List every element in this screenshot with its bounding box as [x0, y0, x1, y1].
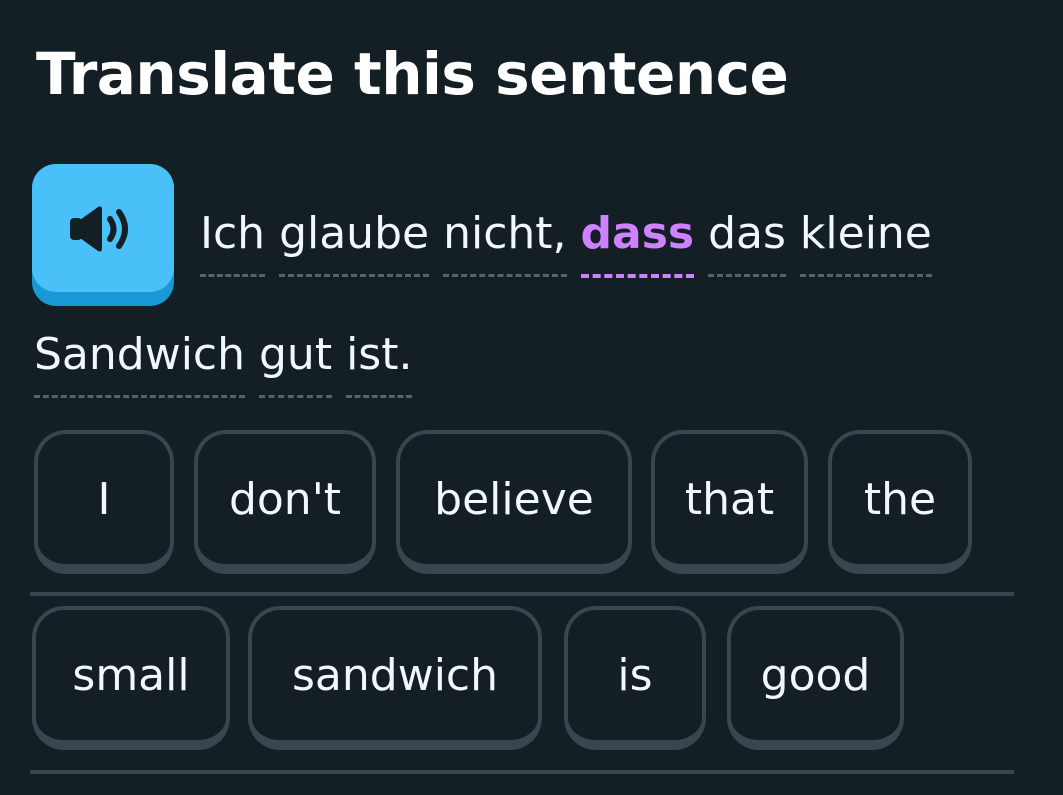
- sentence-word-das[interactable]: das: [708, 204, 786, 277]
- word-tile-good[interactable]: good: [727, 606, 904, 750]
- page-title: Translate this sentence: [36, 40, 789, 108]
- sentence-word-kleine[interactable]: kleine: [799, 204, 932, 277]
- sentence-line-1: Ich glaube nicht, dass das kleine: [200, 204, 932, 278]
- sentence-word-nicht[interactable]: nicht,: [443, 204, 567, 277]
- word-tile-sandwich[interactable]: sandwich: [248, 606, 542, 750]
- word-tile-small[interactable]: small: [32, 606, 230, 750]
- sentence-word-glaube[interactable]: glaube: [279, 204, 430, 277]
- play-audio-button[interactable]: [32, 164, 174, 306]
- word-tile-that[interactable]: that: [651, 430, 808, 574]
- word-bank-row-1-divider: [30, 592, 1014, 596]
- word-bank-row-1: I don't believe that the: [30, 430, 1014, 580]
- sentence-word-dass-highlighted[interactable]: dass: [580, 204, 695, 278]
- sentence-line-2: Sandwich gut ist.: [34, 325, 413, 398]
- play-audio-button-face[interactable]: [32, 164, 174, 292]
- sentence-word-sandwich[interactable]: Sandwich: [34, 325, 245, 398]
- word-bank-row-2-divider: [30, 770, 1014, 774]
- word-tile-believe[interactable]: believe: [396, 430, 632, 574]
- word-tile-i[interactable]: I: [34, 430, 174, 574]
- sentence-word-gut[interactable]: gut: [259, 325, 333, 398]
- sentence-word-ich[interactable]: Ich: [200, 204, 266, 277]
- sentence-word-ist[interactable]: ist.: [346, 325, 413, 398]
- word-bank-row-2: small sandwich is good: [30, 606, 1014, 756]
- word-tile-is[interactable]: is: [564, 606, 706, 750]
- word-tile-the[interactable]: the: [828, 430, 972, 574]
- word-tile-dont[interactable]: don't: [194, 430, 376, 574]
- speaker-icon: [70, 206, 128, 252]
